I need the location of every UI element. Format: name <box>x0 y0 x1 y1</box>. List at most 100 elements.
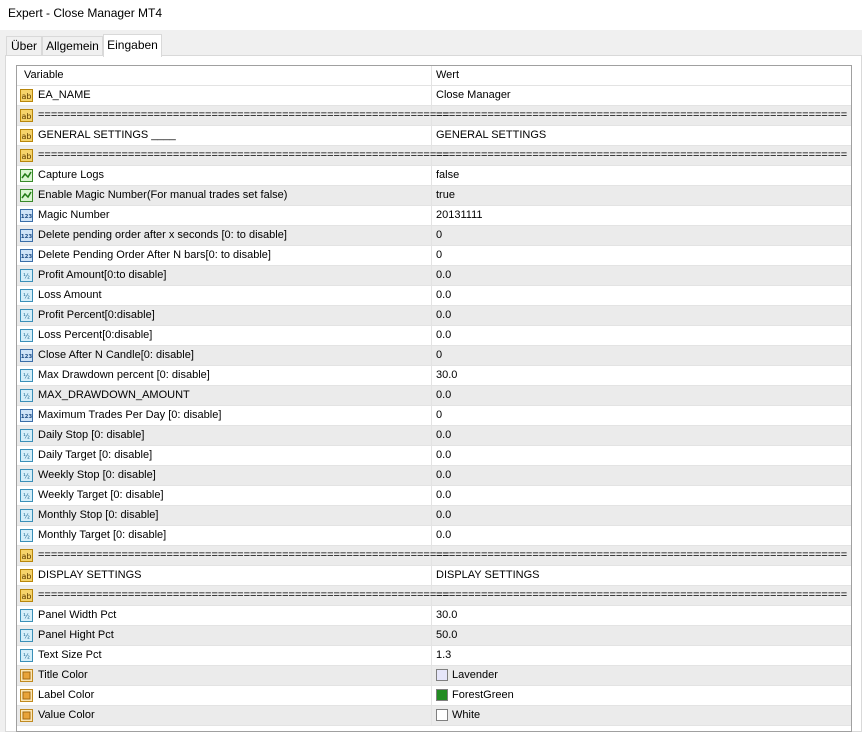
value-cell[interactable]: 0.0 <box>432 426 851 445</box>
variable-cell[interactable]: ab EA_NAME <box>17 86 432 105</box>
value-cell[interactable]: 0.0 <box>432 446 851 465</box>
table-row[interactable]: ab ======================================… <box>17 586 851 606</box>
table-row[interactable]: ½ Monthly Stop [0: disable] 0.0 <box>17 506 851 526</box>
column-header-value[interactable]: Wert <box>432 66 851 85</box>
value-cell[interactable]: 30.0 <box>432 366 851 385</box>
variable-cell[interactable]: Label Color <box>17 686 432 705</box>
variable-cell[interactable]: Value Color <box>17 706 432 725</box>
tab-general[interactable]: Allgemein <box>42 36 103 55</box>
value-cell[interactable]: ForestGreen <box>432 686 851 705</box>
variable-cell[interactable]: 123 Maximum Trades Per Day [0: disable] <box>17 406 432 425</box>
color-swatch[interactable] <box>436 689 448 701</box>
value-cell[interactable]: GENERAL SETTINGS <box>432 126 851 145</box>
color-swatch[interactable] <box>436 669 448 681</box>
table-row[interactable]: Title Color Lavender <box>17 666 851 686</box>
value-cell[interactable]: true <box>432 186 851 205</box>
table-row[interactable]: ab ======================================… <box>17 146 851 166</box>
value-cell[interactable]: DISPLAY SETTINGS <box>432 566 851 585</box>
table-row[interactable]: ½ Profit Amount[0:to disable] 0.0 <box>17 266 851 286</box>
table-row[interactable]: 123 Delete pending order after x seconds … <box>17 226 851 246</box>
variable-cell[interactable]: ½ Profit Percent[0:disable] <box>17 306 432 325</box>
table-row[interactable]: ab ======================================… <box>17 106 851 126</box>
table-row[interactable]: ½ Panel Width Pct 30.0 <box>17 606 851 626</box>
value-cell[interactable]: 0.0 <box>432 466 851 485</box>
table-row[interactable]: ½ Text Size Pct 1.3 <box>17 646 851 666</box>
table-row[interactable]: ½ Loss Percent[0:disable] 0.0 <box>17 326 851 346</box>
variable-cell[interactable]: ½ Daily Target [0: disable] <box>17 446 432 465</box>
value-cell[interactable]: ========================================… <box>432 586 851 605</box>
table-row[interactable]: 123 Close After N Candle[0: disable] 0 <box>17 346 851 366</box>
table-row[interactable]: ½ Profit Percent[0:disable] 0.0 <box>17 306 851 326</box>
value-cell[interactable]: ========================================… <box>432 146 851 165</box>
tab-inputs[interactable]: Eingaben <box>103 34 162 57</box>
value-cell[interactable]: White <box>432 706 851 725</box>
table-row[interactable]: ½ Weekly Stop [0: disable] 0.0 <box>17 466 851 486</box>
variable-cell[interactable]: ab ======================================… <box>17 106 449 125</box>
table-row[interactable]: Capture Logs false <box>17 166 851 186</box>
value-cell[interactable]: 0 <box>432 346 851 365</box>
tab-about[interactable]: Über <box>6 36 42 55</box>
table-row[interactable]: Label Color ForestGreen <box>17 686 851 706</box>
value-cell[interactable]: ========================================… <box>432 546 851 565</box>
table-row[interactable]: 123 Delete Pending Order After N bars[0: … <box>17 246 851 266</box>
variable-cell[interactable]: ½ Text Size Pct <box>17 646 432 665</box>
variable-cell[interactable]: Title Color <box>17 666 432 685</box>
value-cell[interactable]: 30.0 <box>432 606 851 625</box>
variable-cell[interactable]: ab ======================================… <box>17 546 449 565</box>
variable-cell[interactable]: ½ MAX_DRAWDOWN_AMOUNT <box>17 386 432 405</box>
table-row[interactable]: ½ Monthly Target [0: disable] 0.0 <box>17 526 851 546</box>
table-row[interactable]: Value Color White <box>17 706 851 726</box>
variable-cell[interactable]: ab GENERAL SETTINGS ____ <box>17 126 432 145</box>
value-cell[interactable]: ========================================… <box>432 106 851 125</box>
table-row[interactable]: ½ Daily Target [0: disable] 0.0 <box>17 446 851 466</box>
value-cell[interactable]: 0.0 <box>432 326 851 345</box>
color-swatch[interactable] <box>436 709 448 721</box>
inputs-table[interactable]: Variable Wert ab EA_NAME Close Manager ab ==… <box>16 65 852 732</box>
table-row[interactable]: 123 Magic Number 20131111 <box>17 206 851 226</box>
table-row[interactable]: ½ Max Drawdown percent [0: disable] 30.0 <box>17 366 851 386</box>
variable-cell[interactable]: ½ Weekly Target [0: disable] <box>17 486 432 505</box>
value-cell[interactable]: 0.0 <box>432 506 851 525</box>
value-cell[interactable]: 0.0 <box>432 526 851 545</box>
variable-cell[interactable]: ½ Daily Stop [0: disable] <box>17 426 432 445</box>
variable-cell[interactable]: ½ Panel Hight Pct <box>17 626 432 645</box>
value-cell[interactable]: 0 <box>432 406 851 425</box>
value-cell[interactable]: 0.0 <box>432 306 851 325</box>
table-row[interactable]: ab GENERAL SETTINGS ____ GENERAL SETTINGS <box>17 126 851 146</box>
variable-cell[interactable]: ½ Max Drawdown percent [0: disable] <box>17 366 432 385</box>
variable-cell[interactable]: Enable Magic Number(For manual trades se… <box>17 186 432 205</box>
table-row[interactable]: ½ Panel Hight Pct 50.0 <box>17 626 851 646</box>
variable-cell[interactable]: ab DISPLAY SETTINGS <box>17 566 432 585</box>
variable-cell[interactable]: 123 Delete Pending Order After N bars[0: … <box>17 246 432 265</box>
variable-cell[interactable]: Capture Logs <box>17 166 432 185</box>
table-row[interactable]: ½ Loss Amount 0.0 <box>17 286 851 306</box>
variable-cell[interactable]: ½ Monthly Stop [0: disable] <box>17 506 432 525</box>
variable-cell[interactable]: ½ Panel Width Pct <box>17 606 432 625</box>
value-cell[interactable]: 1.3 <box>432 646 851 665</box>
variable-cell[interactable]: 123 Delete pending order after x seconds … <box>17 226 432 245</box>
value-cell[interactable]: 50.0 <box>432 626 851 645</box>
value-cell[interactable]: 0 <box>432 226 851 245</box>
variable-cell[interactable]: 123 Close After N Candle[0: disable] <box>17 346 432 365</box>
variable-cell[interactable]: 123 Magic Number <box>17 206 432 225</box>
table-row[interactable]: ½ Daily Stop [0: disable] 0.0 <box>17 426 851 446</box>
variable-cell[interactable]: ½ Profit Amount[0:to disable] <box>17 266 432 285</box>
value-cell[interactable]: 0.0 <box>432 286 851 305</box>
table-row[interactable]: ½ Weekly Target [0: disable] 0.0 <box>17 486 851 506</box>
variable-cell[interactable]: ½ Loss Percent[0:disable] <box>17 326 432 345</box>
value-cell[interactable]: false <box>432 166 851 185</box>
table-row[interactable]: 123 Maximum Trades Per Day [0: disable] 0 <box>17 406 851 426</box>
table-row[interactable]: Enable Magic Number(For manual trades se… <box>17 186 851 206</box>
table-row[interactable]: ½ MAX_DRAWDOWN_AMOUNT 0.0 <box>17 386 851 406</box>
variable-cell[interactable]: ½ Weekly Stop [0: disable] <box>17 466 432 485</box>
variable-cell[interactable]: ab ======================================… <box>17 146 449 165</box>
value-cell[interactable]: Close Manager <box>432 86 851 105</box>
value-cell[interactable]: 0.0 <box>432 386 851 405</box>
value-cell[interactable]: 0.0 <box>432 266 851 285</box>
table-row[interactable]: ab EA_NAME Close Manager <box>17 86 851 106</box>
value-cell[interactable]: 20131111 <box>432 206 851 225</box>
variable-cell[interactable]: ½ Monthly Target [0: disable] <box>17 526 432 545</box>
value-cell[interactable]: 0.0 <box>432 486 851 505</box>
table-row[interactable]: ab ======================================… <box>17 546 851 566</box>
variable-cell[interactable]: ab ======================================… <box>17 586 449 605</box>
